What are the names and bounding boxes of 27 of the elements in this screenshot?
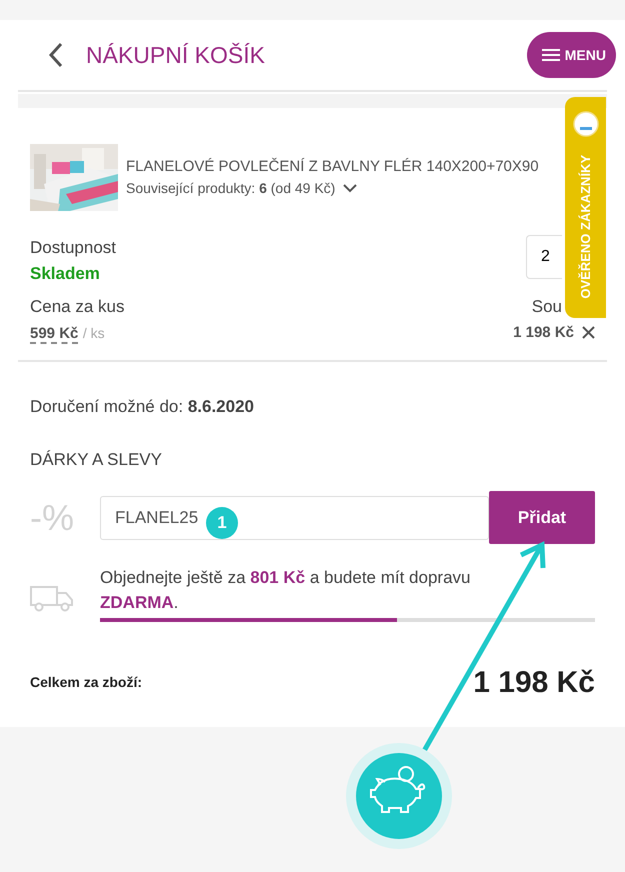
discount-label: -% — [30, 496, 75, 540]
sum-price: 1 198 Kč — [513, 322, 574, 342]
add-button[interactable]: Přidat — [489, 491, 595, 544]
total-label: Celkem za zboží: — [30, 672, 142, 692]
back-icon[interactable] — [48, 42, 64, 68]
unit-price: 599 Kč — [30, 324, 78, 344]
chevron-down-icon[interactable] — [343, 184, 358, 194]
page-title: NÁKUPNÍ KOŠÍK — [86, 40, 265, 70]
badge-logo — [572, 111, 598, 137]
related-products-text: Související produkty: 6 (od 49 Kč) — [126, 179, 336, 198]
unit-label: / ks — [82, 324, 105, 340]
delivery-date-text: Doručení možné do: 8.6.2020 — [30, 396, 255, 418]
piggy-bank-icon — [346, 743, 452, 849]
quantity-field[interactable]: 2 — [526, 235, 562, 279]
verified-customers-label: OVĚŘENO ZÁKAZNÍKY — [576, 154, 594, 299]
menu-icon — [540, 48, 561, 62]
free-shipping-text: Objednejte ještě za 801 Kč a budete mít dopravu ZDARMA. — [100, 566, 472, 614]
price-label: Cena za kus — [30, 296, 124, 318]
availability-label: Dostupnost — [30, 237, 116, 259]
total-price: 1 198 Kč — [473, 664, 595, 700]
sum-label: Sou — [530, 296, 562, 318]
close-icon[interactable] — [582, 326, 595, 340]
truck-icon — [30, 586, 74, 612]
product-name[interactable]: FLANELOVÉ POVLEČENÍ Z BAVLNY FLÉR 140X200+70X90 — [126, 156, 539, 178]
gifts-heading: DÁRKY A SLEVY — [30, 449, 163, 471]
availability-status: Skladem — [30, 262, 101, 284]
menu-button[interactable]: MENU — [526, 32, 616, 78]
